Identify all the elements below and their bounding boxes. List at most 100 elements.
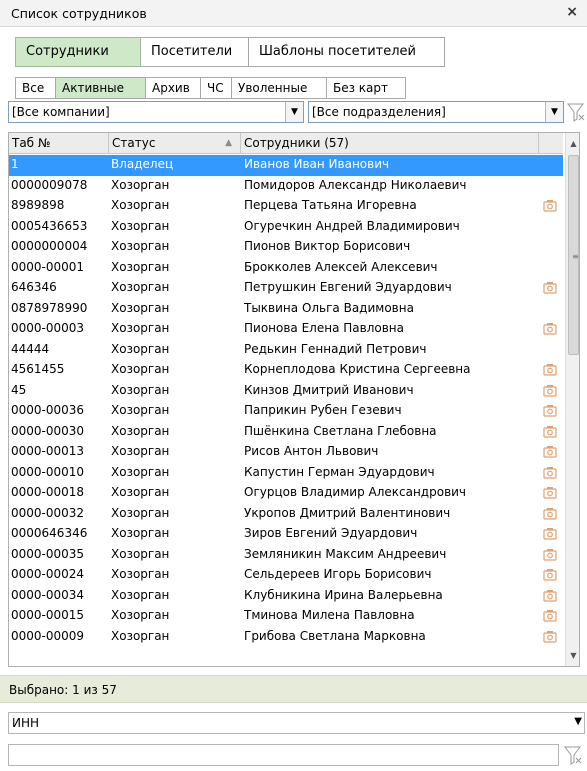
cell-employee-name: Капустин Герман Эдуардович	[244, 464, 435, 479]
filter-tab-dismissed[interactable]: Уволенные	[232, 77, 327, 99]
department-select[interactable]: [Все подразделения] ▼	[308, 101, 564, 123]
camera-icon[interactable]	[543, 609, 557, 622]
camera-icon[interactable]	[543, 404, 557, 417]
table-row[interactable]: 0000-00010 Хозорган Капустин Герман Эдуард…	[9, 463, 563, 484]
cell-status: Хозорган	[111, 444, 170, 458]
cell-employee-name: Пшёнкина Светлана Глебовна	[244, 423, 437, 438]
table-row[interactable]: 0000-00036 Хозорган Паприкин Рубен Гезевич	[9, 401, 563, 422]
filter-tab-no-cards[interactable]: Без карт	[327, 77, 406, 99]
column-header-employees[interactable]: Сотрудники (57)	[241, 133, 539, 154]
cell-employee-name: Рисов Антон Львович	[244, 444, 379, 458]
camera-icon[interactable]	[543, 425, 557, 438]
camera-icon[interactable]	[543, 630, 557, 643]
company-select[interactable]: [Все компании] ▼	[8, 101, 304, 123]
filter-clear-icon[interactable]	[563, 744, 583, 766]
cell-tab-number: 44444	[11, 341, 50, 356]
cell-status: Хозорган	[111, 628, 170, 643]
filter-tab-all[interactable]: Все	[15, 77, 56, 99]
table-row[interactable]: 0878978990 Хозорган Тыквина Ольга Вадимовн…	[9, 299, 563, 320]
filter-tab-blacklist[interactable]: ЧС	[201, 77, 232, 99]
cell-employee-name: Клубникина Ирина Валерьевна	[244, 587, 443, 602]
table-row[interactable]: 0000-00018 Хозорган Огурцов Владимир Алекс…	[9, 483, 563, 504]
cell-tab-number: 4561455	[11, 362, 65, 376]
search-field-value: ИНН	[12, 716, 40, 730]
camera-icon[interactable]	[543, 568, 557, 581]
table-row[interactable]: 44444 Хозорган Редькин Геннадий Петрович	[9, 340, 563, 361]
table-row[interactable]: 0000000004 Хозорган Пионов Виктор Борисови…	[9, 237, 563, 258]
table-row[interactable]: 0000-00003 Хозорган Пионова Елена Павловна	[9, 319, 563, 340]
tab-employees[interactable]: Сотрудники	[15, 37, 141, 67]
cell-tab-number: 0000-00015	[11, 608, 85, 622]
scroll-down-icon[interactable]: ▼	[566, 647, 579, 664]
table-row[interactable]: 0000-00030 Хозорган Пшёнкина Светлана Глеб…	[9, 422, 563, 443]
cell-status: Хозорган	[111, 177, 170, 192]
table-row[interactable]: 45 Хозорган Кинзов Дмитрий Иванович	[9, 381, 563, 402]
table-row[interactable]: 0005436653 Хозорган Огуречкин Андрей Влади…	[9, 217, 563, 238]
table-row[interactable]: 0000-00001 Хозорган Брокколев Алексей Алек…	[9, 258, 563, 279]
table-row[interactable]: 0000646346 Хозорган Зиров Евгений Эдуардов…	[9, 524, 563, 545]
column-header-status[interactable]: Статус ▲	[109, 133, 241, 154]
camera-icon[interactable]	[543, 486, 557, 499]
search-input[interactable]	[8, 744, 559, 766]
camera-icon[interactable]	[543, 445, 557, 458]
grid-rows: 1 Владелец Иванов Иван Иванович 0000009078 Х…	[9, 155, 563, 647]
chevron-down-icon[interactable]: ▼	[545, 102, 563, 122]
cell-employee-name: Укропов Дмитрий Валентинович	[244, 505, 451, 520]
camera-icon[interactable]	[543, 199, 557, 212]
camera-icon[interactable]	[543, 548, 557, 561]
table-row[interactable]: 646346 Хозорган Петрушкин Евгений Эдуардов…	[9, 278, 563, 299]
table-row[interactable]: 0000-00009 Хозорган Грибова Светлана Марко…	[9, 627, 563, 648]
camera-icon[interactable]	[543, 466, 557, 479]
chevron-down-icon[interactable]: ▼	[574, 716, 582, 727]
grid-header: Таб № Статус ▲ Сотрудники (57)	[9, 133, 563, 154]
cell-employee-name: Огуречкин Андрей Владимирович	[244, 218, 460, 233]
company-select-value: [Все компании]	[12, 105, 110, 119]
filter-clear-icon[interactable]	[566, 101, 586, 123]
tab-visitors[interactable]: Посетители	[141, 37, 249, 67]
table-row[interactable]: 0000-00032 Хозорган Укропов Дмитрий Валент…	[9, 504, 563, 525]
cell-status: Хозорган	[111, 300, 170, 315]
table-row[interactable]: 8989898 Хозорган Перцева Татьяна Игоревна	[9, 196, 563, 217]
cell-employee-name: Пионов Виктор Борисович	[244, 239, 411, 253]
column-header-tab[interactable]: Таб №	[9, 133, 109, 154]
cell-tab-number: 0000-00003	[11, 321, 85, 335]
table-row[interactable]: 0000-00015 Хозорган Тминова Милена Павловн…	[9, 606, 563, 627]
table-row[interactable]: 1 Владелец Иванов Иван Иванович	[9, 155, 563, 176]
camera-icon[interactable]	[543, 384, 557, 397]
filter-tab-active[interactable]: Активные	[56, 77, 146, 99]
selection-count: Выбрано: 1 из 57	[9, 683, 117, 697]
camera-icon[interactable]	[543, 281, 557, 294]
cell-status: Хозорган	[111, 567, 170, 581]
camera-icon[interactable]	[543, 507, 557, 520]
camera-icon[interactable]	[543, 527, 557, 540]
table-row[interactable]: 0000009078 Хозорган Помидоров Александр Ни…	[9, 176, 563, 197]
camera-icon[interactable]	[543, 363, 557, 376]
table-row[interactable]: 0000-00024 Хозорган Сельдереев Игорь Борис…	[9, 565, 563, 586]
camera-icon[interactable]	[543, 322, 557, 335]
cell-status: Хозорган	[111, 239, 170, 253]
cell-employee-name: Огурцов Владимир Александрович	[244, 485, 467, 499]
filter-tab-archive[interactable]: Архив	[146, 77, 201, 99]
cell-employee-name: Тминова Милена Павловна	[244, 608, 415, 622]
search-field-select[interactable]: ИНН ▼	[8, 712, 585, 734]
scrollbar-thumb[interactable]: ≡	[568, 155, 579, 355]
camera-icon[interactable]	[543, 589, 557, 602]
table-row[interactable]: 0000-00013 Хозорган Рисов Антон Львович	[9, 442, 563, 463]
cell-status: Хозорган	[111, 485, 170, 499]
cell-tab-number: 0000-00013	[11, 444, 85, 458]
cell-tab-number: 0000009078	[11, 177, 88, 192]
column-header-status-label: Статус	[112, 136, 156, 150]
table-row[interactable]: 0000-00035 Хозорган Земляникин Максим Андр…	[9, 545, 563, 566]
cell-tab-number: 0000-00018	[11, 485, 85, 499]
scroll-up-icon[interactable]: ▲	[566, 135, 579, 152]
table-row[interactable]: 0000-00034 Хозорган Клубникина Ирина Валер…	[9, 586, 563, 607]
vertical-scrollbar[interactable]: ▲ ≡ ▼	[565, 133, 579, 666]
cell-tab-number: 8989898	[11, 198, 65, 212]
cell-tab-number: 0000-00001	[11, 259, 85, 274]
close-icon[interactable]: ×	[566, 4, 578, 20]
table-row[interactable]: 4561455 Хозорган Корнеплодова Кристина Сер…	[9, 360, 563, 381]
cell-tab-number: 1	[11, 157, 19, 171]
chevron-down-icon[interactable]: ▼	[285, 102, 303, 122]
column-header-photo[interactable]	[539, 133, 563, 154]
tab-visitor-templates[interactable]: Шаблоны посетителей	[249, 37, 445, 67]
